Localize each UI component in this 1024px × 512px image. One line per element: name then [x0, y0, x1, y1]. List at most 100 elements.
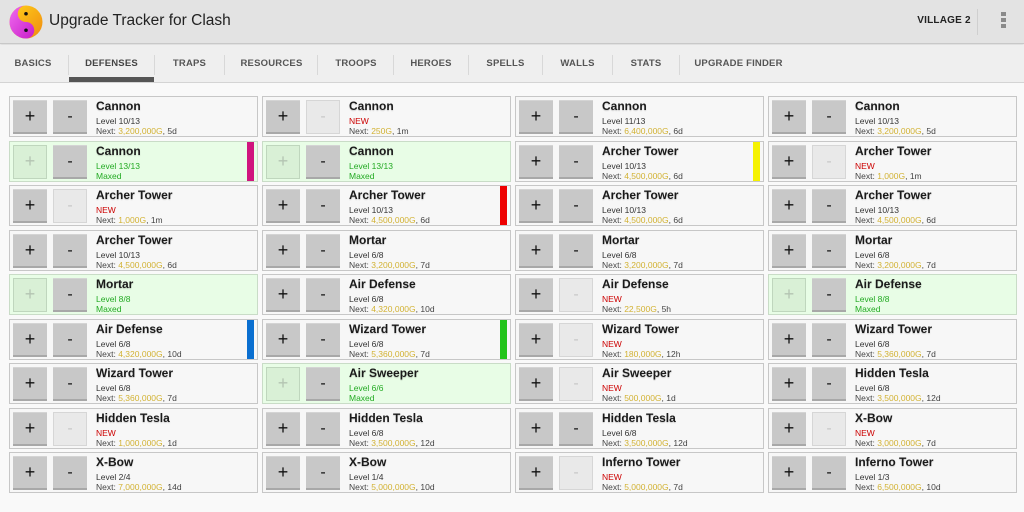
upgrade-plus-button[interactable]: + — [519, 189, 553, 223]
upgrade-plus-button[interactable]: + — [772, 412, 806, 446]
building-card: + - Wizard Tower Level 6/8 Next: 5,360,000G,… — [9, 363, 258, 404]
upgrade-plus-button[interactable]: + — [519, 456, 553, 490]
upgrade-plus-button[interactable]: + — [13, 278, 47, 312]
upgrade-plus-button[interactable]: + — [772, 367, 806, 401]
downgrade-minus-button[interactable]: - — [812, 100, 846, 134]
upgrade-time: 7d — [167, 393, 177, 403]
downgrade-minus-button[interactable]: - — [53, 145, 87, 179]
upgrade-plus-button[interactable]: + — [266, 367, 300, 401]
tab-walls[interactable]: WALLS — [543, 45, 612, 83]
downgrade-minus-button[interactable]: - — [812, 145, 846, 179]
village-switch-button[interactable]: VILLAGE 2 — [913, 15, 975, 26]
downgrade-minus-button[interactable]: - — [306, 412, 340, 446]
upgrade-plus-button[interactable]: + — [772, 323, 806, 357]
downgrade-minus-button[interactable]: - — [559, 456, 593, 490]
tab-stats[interactable]: STATS — [613, 45, 679, 83]
upgrade-plus-button[interactable]: + — [772, 145, 806, 179]
upgrade-plus-button[interactable]: + — [13, 456, 47, 490]
building-card: + - X-Bow Level 1/4 Next: 5,000,000G, 10d — [262, 452, 511, 493]
upgrade-plus-button[interactable]: + — [772, 456, 806, 490]
upgrade-plus-button[interactable]: + — [519, 145, 553, 179]
downgrade-minus-button[interactable]: - — [306, 189, 340, 223]
downgrade-minus-button[interactable]: - — [53, 456, 87, 490]
next-upgrade: Next: 3,200,000G, 7d — [855, 260, 936, 270]
downgrade-minus-button[interactable]: - — [812, 367, 846, 401]
downgrade-minus-button[interactable]: - — [559, 145, 593, 179]
upgrade-plus-button[interactable]: + — [519, 367, 553, 401]
downgrade-minus-button[interactable]: - — [559, 412, 593, 446]
upgrade-cost: 1,000G — [118, 215, 147, 225]
upgrade-plus-button[interactable]: + — [266, 456, 300, 490]
downgrade-minus-button[interactable]: - — [559, 100, 593, 134]
downgrade-minus-button[interactable]: - — [306, 100, 340, 134]
yin-yang-icon[interactable] — [9, 5, 43, 39]
downgrade-minus-button[interactable]: - — [812, 456, 846, 490]
downgrade-minus-button[interactable]: - — [812, 323, 846, 357]
tab-basics[interactable]: BASICS — [0, 45, 66, 83]
building-card: + - Mortar Level 6/8 Next: 3,200,000G, 7d — [768, 230, 1017, 271]
downgrade-minus-button[interactable]: - — [53, 100, 87, 134]
building-name: Air Defense — [602, 277, 669, 291]
upgrade-plus-button[interactable]: + — [772, 234, 806, 268]
downgrade-minus-button[interactable]: - — [559, 323, 593, 357]
upgrade-plus-button[interactable]: + — [13, 234, 47, 268]
color-tag-marker — [247, 142, 254, 181]
building-card: + - Inferno Tower Level 1/3 Next: 6,500,000G… — [768, 452, 1017, 493]
downgrade-minus-button[interactable]: - — [559, 234, 593, 268]
next-upgrade: Next: 5,360,000G, 7d — [349, 349, 430, 359]
upgrade-plus-button[interactable]: + — [266, 100, 300, 134]
downgrade-minus-button[interactable]: - — [812, 189, 846, 223]
downgrade-minus-button[interactable]: - — [53, 412, 87, 446]
downgrade-minus-button[interactable]: - — [306, 456, 340, 490]
upgrade-plus-button[interactable]: + — [519, 100, 553, 134]
upgrade-plus-button[interactable]: + — [772, 100, 806, 134]
downgrade-minus-button[interactable]: - — [53, 234, 87, 268]
upgrade-plus-button[interactable]: + — [13, 412, 47, 446]
upgrade-plus-button[interactable]: + — [772, 278, 806, 312]
upgrade-plus-button[interactable]: + — [266, 278, 300, 312]
upgrade-plus-button[interactable]: + — [13, 189, 47, 223]
downgrade-minus-button[interactable]: - — [306, 145, 340, 179]
tab-troops[interactable]: TROOPS — [318, 45, 394, 83]
downgrade-minus-button[interactable]: - — [53, 189, 87, 223]
tab-traps[interactable]: TRAPS — [155, 45, 224, 83]
upgrade-time: 6d — [673, 171, 683, 181]
next-label: Next: — [349, 438, 372, 448]
tab-upgrade-finder[interactable]: UPGRADE FINDER — [680, 45, 797, 83]
building-level: Level 6/8 — [602, 428, 637, 438]
building-level: Level 10/13 — [602, 205, 646, 215]
upgrade-plus-button[interactable]: + — [266, 145, 300, 179]
downgrade-minus-button[interactable]: - — [559, 278, 593, 312]
downgrade-minus-button[interactable]: - — [559, 189, 593, 223]
upgrade-time: 12d — [673, 438, 688, 448]
upgrade-plus-button[interactable]: + — [519, 323, 553, 357]
downgrade-minus-button[interactable]: - — [53, 367, 87, 401]
upgrade-plus-button[interactable]: + — [266, 323, 300, 357]
upgrade-plus-button[interactable]: + — [519, 412, 553, 446]
upgrade-plus-button[interactable]: + — [772, 189, 806, 223]
upgrade-cost: 4,320,000G — [371, 304, 416, 314]
downgrade-minus-button[interactable]: - — [559, 367, 593, 401]
upgrade-plus-button[interactable]: + — [519, 278, 553, 312]
downgrade-minus-button[interactable]: - — [306, 278, 340, 312]
upgrade-plus-button[interactable]: + — [13, 367, 47, 401]
downgrade-minus-button[interactable]: - — [306, 367, 340, 401]
tab-spells[interactable]: SPELLS — [469, 45, 542, 83]
downgrade-minus-button[interactable]: - — [53, 278, 87, 312]
upgrade-plus-button[interactable]: + — [13, 100, 47, 134]
downgrade-minus-button[interactable]: - — [812, 234, 846, 268]
upgrade-plus-button[interactable]: + — [13, 145, 47, 179]
tab-resources[interactable]: RESOURCES — [225, 45, 318, 83]
downgrade-minus-button[interactable]: - — [306, 323, 340, 357]
upgrade-plus-button[interactable]: + — [266, 412, 300, 446]
upgrade-plus-button[interactable]: + — [13, 323, 47, 357]
tab-heroes[interactable]: HEROES — [394, 45, 468, 83]
downgrade-minus-button[interactable]: - — [812, 412, 846, 446]
downgrade-minus-button[interactable]: - — [53, 323, 87, 357]
upgrade-plus-button[interactable]: + — [266, 189, 300, 223]
upgrade-plus-button[interactable]: + — [519, 234, 553, 268]
upgrade-plus-button[interactable]: + — [266, 234, 300, 268]
overflow-menu-icon[interactable] — [999, 12, 1007, 32]
downgrade-minus-button[interactable]: - — [812, 278, 846, 312]
downgrade-minus-button[interactable]: - — [306, 234, 340, 268]
